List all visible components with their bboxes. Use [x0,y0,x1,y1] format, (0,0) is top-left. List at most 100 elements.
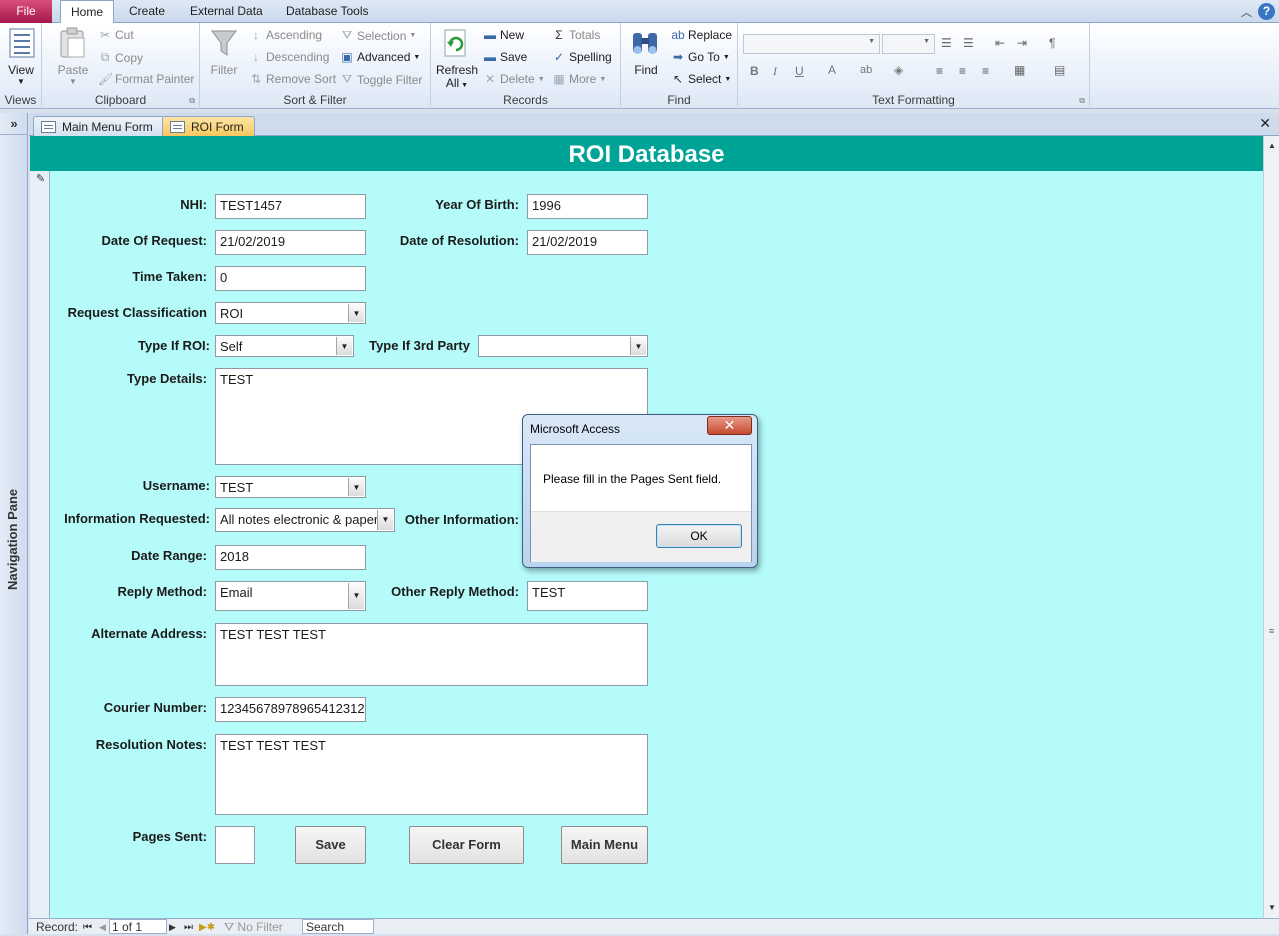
pages-sent-field[interactable] [215,826,255,864]
dropdown-arrow-icon[interactable]: ▼ [348,583,364,609]
date-of-request-field[interactable]: 21/02/2019 [215,230,366,255]
font-name-combo[interactable]: ▼ [743,34,880,54]
numbering-icon[interactable]: ☰ [963,36,974,50]
other-reply-method-field[interactable]: TEST [527,581,648,611]
date-of-resolution-field[interactable]: 21/02/2019 [527,230,648,255]
scroll-down-icon[interactable]: ▼ [1264,900,1279,916]
tab-home[interactable]: Home [60,0,115,24]
minimize-ribbon-icon[interactable]: ︿ [1241,4,1252,20]
align-right-icon[interactable]: ≡ [982,64,989,78]
year-of-birth-field[interactable]: 1996 [527,194,648,219]
cut-button[interactable]: ✂ Cut [98,28,134,42]
help-icon[interactable]: ? [1258,3,1275,20]
navigation-pane-label[interactable]: Navigation Pane [5,489,20,590]
view-button[interactable]: View [0,63,42,77]
current-record-field[interactable]: 1 of 1 [109,919,167,934]
gridlines-icon[interactable]: ▦ [1014,63,1025,77]
bullets-icon[interactable]: ☰ [941,36,952,50]
replace-button[interactable]: ab Replace [671,28,732,42]
next-record-icon[interactable]: ▶ [169,919,176,935]
more-button[interactable]: ▦ More ▼ [552,72,606,86]
spelling-button[interactable]: ✓ Spelling [552,50,612,64]
font-size-dropdown-icon[interactable]: ▼ [923,38,930,45]
font-color-icon[interactable]: A [828,63,836,77]
dropdown-arrow-icon[interactable]: ▼ [348,304,364,322]
paragraph-direction-icon[interactable]: ¶ [1049,36,1055,50]
last-record-icon[interactable]: ⏭ [184,919,193,935]
fill-color-icon[interactable]: ◈ [894,63,903,77]
paste-dropdown-icon[interactable]: ▼ [56,77,90,86]
dropdown-arrow-icon[interactable]: ▼ [377,510,393,530]
previous-record-icon[interactable]: ◀ [99,919,106,935]
search-field[interactable]: Search [302,919,374,934]
ascending-button[interactable]: ↓ Ascending [249,28,322,42]
copy-button[interactable]: ⧉ Copy [98,50,143,65]
view-dropdown-icon[interactable]: ▼ [0,77,42,86]
request-classification-combo[interactable]: ROI ▼ [215,302,366,324]
scroll-up-icon[interactable]: ▲ [1264,138,1279,154]
tab-database-tools[interactable]: Database Tools [276,0,379,23]
ok-button[interactable]: OK [656,524,742,548]
type-if-3rd-party-combo[interactable]: ▼ [478,335,648,357]
align-center-icon[interactable]: ≡ [959,64,966,78]
alternate-address-field[interactable]: TEST TEST TEST [215,623,648,686]
paste-button[interactable]: Paste [56,63,90,77]
toggle-filter-button[interactable]: ⛛ Toggle Filter [340,72,422,87]
select-button[interactable]: ↖ Select ▼ [671,72,731,86]
descending-button[interactable]: ↓ Descending [249,50,329,64]
record-selector[interactable] [30,171,50,918]
italic-icon[interactable]: I [773,64,777,79]
bold-icon[interactable]: B [750,64,759,78]
main-menu-button[interactable]: Main Menu [561,826,648,864]
highlight-color-icon[interactable]: ab [860,64,872,76]
tab-external-data[interactable]: External Data [180,0,273,23]
font-name-dropdown-icon[interactable]: ▼ [868,38,875,45]
totals-button[interactable]: Σ Totals [552,28,600,42]
format-painter-button[interactable]: 🖌 Format Painter [98,72,194,86]
first-record-icon[interactable]: ⏮ [83,919,92,935]
courier-number-field[interactable]: 12345678978965412312 [215,697,366,722]
new-record-nav-icon[interactable]: ▶✱ [199,919,215,935]
doc-tab-main-menu-form[interactable]: Main Menu Form [33,116,164,137]
remove-sort-button[interactable]: ⇅ Remove Sort [249,72,336,86]
clear-form-button[interactable]: Clear Form [409,826,524,864]
dropdown-arrow-icon[interactable]: ▼ [336,337,352,355]
close-document-icon[interactable]: ✕ [1259,115,1271,132]
underline-icon[interactable]: U [795,64,804,78]
filter-button[interactable]: Filter [206,63,242,77]
vertical-scrollbar[interactable]: ▲ ≡ ▼ [1263,136,1279,918]
delete-record-button[interactable]: ✕ Delete ▼ [483,72,545,86]
text-formatting-launcher-icon[interactable]: ⧉ [1079,96,1085,106]
font-size-combo[interactable]: ▼ [882,34,935,54]
doc-tab-roi-form[interactable]: ROI Form [162,116,255,137]
advanced-button[interactable]: ▣ Advanced ▼ [340,50,420,64]
username-combo[interactable]: TEST ▼ [215,476,366,498]
decrease-indent-icon[interactable]: ⇤ [995,36,1005,50]
date-range-field[interactable]: 2018 [215,545,366,570]
dialog-close-icon[interactable]: ✕ [707,416,752,435]
dropdown-arrow-icon[interactable]: ▼ [630,337,646,355]
no-filter-indicator[interactable]: ⛛ No Filter [224,919,283,935]
selection-button[interactable]: ⛛ Selection ▼ [340,28,416,43]
increase-indent-icon[interactable]: ⇥ [1017,36,1027,50]
align-left-icon[interactable]: ≡ [936,64,943,78]
clipboard-launcher-icon[interactable]: ⧉ [189,96,195,106]
information-requested-combo[interactable]: All notes electronic & paper ▼ [215,508,395,532]
go-to-button[interactable]: ➡ Go To ▼ [671,50,730,64]
nhi-field[interactable]: TEST1457 [215,194,366,219]
reply-method-combo[interactable]: Email ▼ [215,581,366,611]
navigation-pane-expand-icon[interactable]: » [0,113,28,135]
resolution-notes-field[interactable]: TEST TEST TEST [215,734,648,815]
find-button[interactable]: Find [625,63,667,77]
refresh-all-button[interactable]: All ▼ [435,76,479,90]
time-taken-field[interactable]: 0 [215,266,366,291]
dropdown-arrow-icon[interactable]: ▼ [348,478,364,496]
alternate-row-color-icon[interactable]: ▤ [1054,63,1065,77]
file-tab[interactable]: File [0,0,52,23]
tab-create[interactable]: Create [119,0,175,23]
refresh-button[interactable]: Refresh [435,63,479,77]
scroll-grip-icon[interactable]: ≡ [1266,626,1277,640]
new-record-button[interactable]: ▬ New [483,28,524,42]
type-if-roi-combo[interactable]: Self ▼ [215,335,354,357]
save-button[interactable]: Save [295,826,366,864]
